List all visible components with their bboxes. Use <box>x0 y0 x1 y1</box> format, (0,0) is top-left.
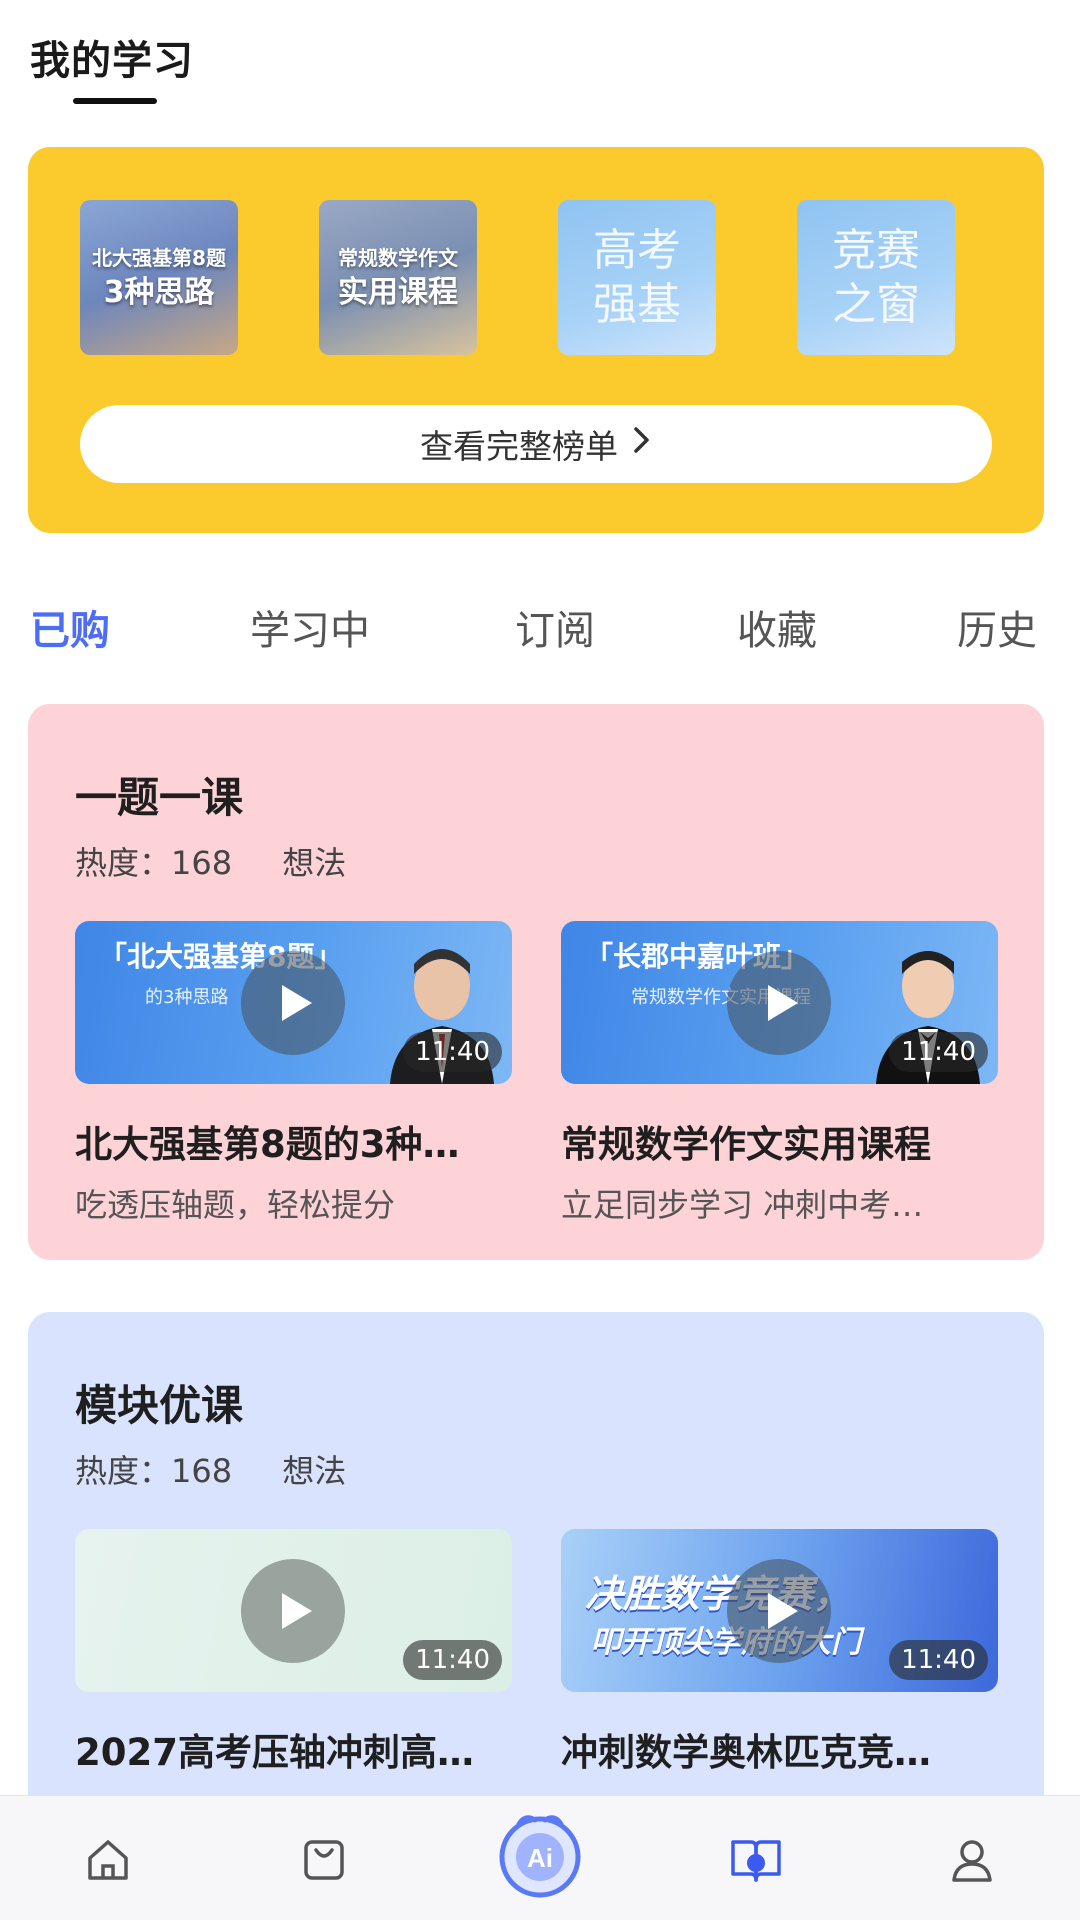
course-title: 冲刺数学奥林匹克竞… <box>561 1731 931 1774</box>
ranking-card[interactable]: 竞赛 之窗 <box>797 200 955 355</box>
book-icon <box>729 1836 783 1888</box>
nav-ai[interactable]: Ai <box>432 1796 648 1920</box>
play-icon[interactable] <box>241 1559 345 1663</box>
ranking-banner: 北大强基第8题 3种思路 常规数学作文 实用课程 高考 强基 竞赛 之窗 查看完… <box>28 147 1044 533</box>
nav-shop[interactable] <box>216 1796 432 1920</box>
home-icon <box>84 1836 132 1888</box>
section-title: 模块优课 <box>75 1381 244 1430</box>
ranking-card-line2: 之窗 <box>832 278 920 330</box>
view-full-ranking-button[interactable]: 查看完整榜单 <box>80 405 992 483</box>
course-subtitle: 吃透压轴题，轻松提分 <box>75 1186 396 1224</box>
section-meta: 热度：168 想法 <box>75 1446 346 1492</box>
ranking-card-line2: 3种思路 <box>103 274 215 310</box>
ideas-label[interactable]: 想法 <box>282 844 346 882</box>
ranking-card-line1: 北大强基第8题 <box>92 245 226 270</box>
section-title: 一题一课 <box>75 773 244 822</box>
play-icon[interactable] <box>727 1559 831 1663</box>
view-full-ranking-label: 查看完整榜单 <box>420 427 618 466</box>
tab-favorites[interactable]: 收藏 <box>737 598 817 656</box>
my-learning-page: 我的学习 北大强基第8题 3种思路 常规数学作文 实用课程 高考 强基 竞赛 之… <box>0 0 1080 1920</box>
ranking-card[interactable]: 北大强基第8题 3种思路 <box>80 200 238 355</box>
play-icon[interactable] <box>727 951 831 1055</box>
ranking-card-line1: 常规数学作文 <box>338 245 458 270</box>
course-thumbnail[interactable]: 「长郡中嘉叶班」 常规数学作文实用课程 11:40 <box>561 921 998 1084</box>
ranking-card[interactable]: 高考 强基 <box>558 200 716 355</box>
ideas-label[interactable]: 想法 <box>282 1452 346 1490</box>
course-subtitle: 立足同步学习 冲刺中考… <box>561 1186 924 1224</box>
ranking-card-line2: 强基 <box>593 278 681 330</box>
course-thumbnail[interactable]: 决胜数学竞赛， 叩开顶尖学府的大门 11:40 <box>561 1529 998 1692</box>
chevron-right-icon <box>632 424 652 464</box>
ranking-card[interactable]: 常规数学作文 实用课程 <box>319 200 477 355</box>
ranking-card-line2: 实用课程 <box>338 274 458 310</box>
heat-count: 热度：168 <box>75 1452 233 1490</box>
ranking-card-line1: 竞赛 <box>832 224 920 276</box>
section-one-question-one-lesson: 一题一课 热度：168 想法 「北大强基第8题」 的3种思路 11:40 北大强… <box>28 704 1044 1260</box>
tab-history[interactable]: 历史 <box>957 598 1037 656</box>
course-card[interactable]: 「北大强基第8题」 的3种思路 11:40 北大强基第8题的3种… 吃透压轴题，… <box>75 921 512 1226</box>
video-duration: 11:40 <box>889 1032 988 1072</box>
svg-text:Ai: Ai <box>527 1843 553 1873</box>
video-duration: 11:40 <box>889 1640 988 1680</box>
course-title: 北大强基第8题的3种… <box>75 1123 460 1166</box>
tab-subscribed[interactable]: 订阅 <box>515 598 595 656</box>
course-card[interactable]: 「长郡中嘉叶班」 常规数学作文实用课程 11:40 常规数学作文实用课程 立足同… <box>561 921 998 1226</box>
video-duration: 11:40 <box>403 1640 502 1680</box>
course-thumbnail[interactable]: 「北大强基第8题」 的3种思路 11:40 <box>75 921 512 1084</box>
nav-learning[interactable] <box>648 1796 864 1920</box>
page-title: 我的学习 <box>30 38 194 84</box>
title-underline <box>73 98 157 104</box>
tab-purchased[interactable]: 已购 <box>30 598 110 656</box>
video-duration: 11:40 <box>403 1032 502 1072</box>
course-title: 2027高考压轴冲刺高… <box>75 1731 474 1774</box>
play-icon[interactable] <box>241 951 345 1055</box>
ranking-card-line1: 高考 <box>593 224 681 276</box>
heat-count: 热度：168 <box>75 844 233 882</box>
nav-profile[interactable] <box>864 1796 1080 1920</box>
course-title: 常规数学作文实用课程 <box>561 1123 931 1166</box>
course-thumbnail[interactable]: 11:40 <box>75 1529 512 1692</box>
course-card[interactable]: 决胜数学竞赛， 叩开顶尖学府的大门 11:40 冲刺数学奥林匹克竞… <box>561 1529 998 1776</box>
nav-home[interactable] <box>0 1796 216 1920</box>
learning-tabs: 已购 学习中 订阅 收藏 历史 <box>0 598 1080 658</box>
thumbnail-subline: 的3种思路 <box>145 987 229 1008</box>
bottom-navigation: Ai <box>0 1795 1080 1920</box>
bag-icon <box>300 1836 348 1888</box>
person-icon <box>948 1836 996 1888</box>
section-meta: 热度：168 想法 <box>75 838 346 884</box>
ai-icon: Ai <box>495 1810 585 1904</box>
course-card[interactable]: 11:40 2027高考压轴冲刺高… <box>75 1529 512 1776</box>
tab-learning[interactable]: 学习中 <box>250 598 370 656</box>
